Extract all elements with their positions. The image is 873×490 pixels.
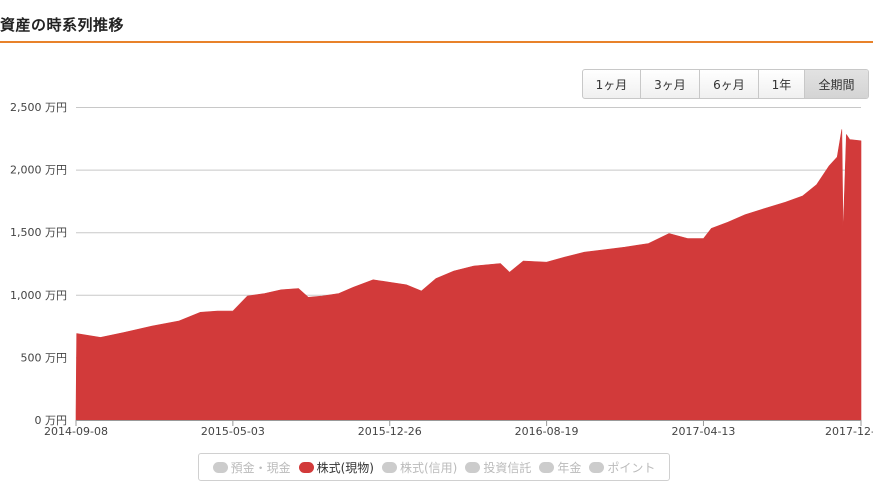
plot-area [75, 129, 862, 421]
legend-swatch [381, 461, 397, 473]
legend-label: 預金・現金 [230, 460, 291, 475]
legend-swatch [539, 461, 555, 473]
asset-area-chart: 0 万円500 万円1,000 万円1,500 万円2,000 万円2,500 … [10, 101, 873, 438]
legend-swatch [465, 461, 481, 473]
legend: 預金・現金 株式(現物) 株式(信用) 投資信託 年金 ポイント [198, 453, 670, 481]
legend-item-points[interactable]: ポイント [589, 459, 655, 476]
x-axis: 2014-09-08 2015-05-03 2015-12-26 2016-08-19… [44, 420, 873, 438]
x-tick-label: 2015-05-03 [201, 425, 265, 438]
legend-label: ポイント [607, 460, 656, 475]
legend-item-stocks-margin[interactable]: 株式(信用) [381, 459, 458, 476]
legend-item-stocks-cash[interactable]: 株式(現物) [298, 459, 374, 476]
legend-swatch [298, 461, 314, 473]
x-tick-label: 2017-12-0 [825, 425, 873, 438]
y-axis-labels: 0 万円500 万円1,000 万円1,500 万円2,000 万円2,500 … [10, 101, 67, 427]
legend-swatch [589, 461, 605, 473]
y-tick-label: 2,500 万円 [10, 101, 67, 114]
legend-item-deposits[interactable]: 預金・現金 [212, 459, 291, 476]
y-tick-label: 500 万円 [21, 351, 68, 364]
x-tick-label: 2014-09-08 [44, 425, 108, 438]
y-tick-label: 1,000 万円 [10, 289, 67, 302]
legend-item-pension[interactable]: 年金 [539, 459, 581, 476]
legend-item-funds[interactable]: 投資信託 [465, 459, 531, 476]
legend-label: 投資信託 [483, 460, 532, 475]
legend-swatch [212, 461, 228, 473]
y-tick-label: 2,000 万円 [10, 164, 67, 177]
legend-label: 年金 [557, 460, 582, 475]
series-area [75, 129, 862, 421]
x-tick-label: 2015-12-26 [358, 425, 422, 438]
y-tick-label: 1,500 万円 [10, 226, 67, 239]
x-tick-label: 2016-08-19 [515, 425, 579, 438]
legend-label: 株式(信用) [399, 460, 458, 475]
x-tick-label: 2017-04-13 [672, 425, 736, 438]
legend-label: 株式(現物) [316, 460, 374, 475]
